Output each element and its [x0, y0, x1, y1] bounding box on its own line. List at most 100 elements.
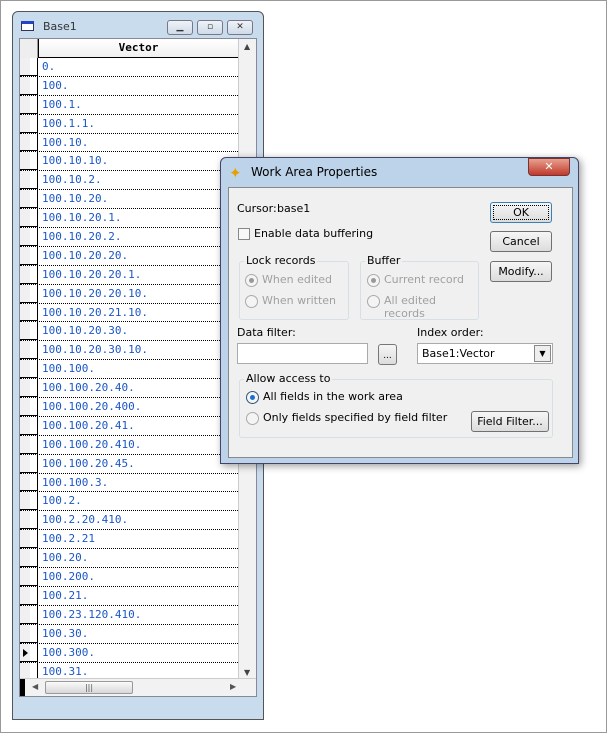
vector-cell[interactable]: 100. [42, 79, 69, 92]
record-selector[interactable] [20, 341, 30, 360]
vector-cell[interactable]: 100.10.20.1. [42, 211, 121, 224]
all-fields-label[interactable]: All fields in the work area [263, 390, 403, 403]
vector-cell[interactable]: 100.10.20.20.10. [42, 287, 148, 300]
record-selector[interactable] [20, 360, 30, 379]
record-selector-cell[interactable] [30, 511, 38, 530]
record-selector-cell[interactable] [30, 530, 38, 549]
record-selector[interactable] [20, 586, 30, 605]
table-row[interactable]: 100.10.20.21.10. [20, 303, 238, 323]
table-row[interactable]: 100.100. [20, 360, 238, 380]
table-row[interactable]: 100.2.21 [20, 530, 238, 550]
vector-cell[interactable]: 100.1.1. [42, 117, 95, 130]
all-edited-records-radio[interactable] [367, 295, 380, 308]
only-fields-radio[interactable] [246, 412, 259, 425]
record-selector[interactable] [20, 454, 30, 473]
record-selector[interactable] [20, 171, 30, 190]
record-selector-cell[interactable] [30, 58, 38, 76]
data-filter-builder-button[interactable]: ... [378, 344, 397, 365]
vector-cell[interactable]: 100.300. [42, 646, 95, 659]
record-selector[interactable] [20, 228, 30, 246]
scroll-thumb[interactable]: ||| [45, 681, 133, 694]
vector-cell[interactable]: 100.10.20.2. [42, 230, 121, 243]
vector-cell[interactable]: 100.1. [42, 98, 82, 111]
record-selector[interactable] [20, 398, 30, 416]
vector-cell[interactable]: 100.2. [42, 494, 82, 507]
table-row[interactable]: 100.100.20.40. [20, 379, 238, 399]
all-edited-records-label[interactable]: All edited records [384, 294, 478, 320]
record-selector-cell[interactable] [30, 322, 38, 341]
chevron-down-icon[interactable]: ▼ [534, 345, 551, 362]
record-selector-cell[interactable] [30, 398, 38, 416]
record-selector-cell[interactable] [30, 76, 38, 95]
table-row[interactable]: 100.200. [20, 568, 238, 587]
vector-cell[interactable]: 100.10.20.20. [42, 249, 128, 262]
current-record-label[interactable]: Current record [384, 273, 464, 286]
table-row[interactable]: 100.10.20.30.10. [20, 341, 238, 361]
record-selector[interactable] [20, 605, 30, 624]
enable-buffering-checkbox[interactable] [238, 228, 250, 240]
all-fields-radio[interactable] [246, 391, 259, 404]
close-button[interactable]: ✕ [528, 158, 570, 176]
record-selector-cell[interactable] [30, 492, 38, 511]
field-filter-button[interactable]: Field Filter... [471, 411, 549, 432]
record-selector-cell[interactable] [30, 265, 38, 284]
scroll-right-icon[interactable]: ▶ [230, 682, 236, 691]
scroll-down-icon[interactable]: ▼ [244, 668, 250, 677]
record-selector[interactable] [20, 624, 30, 643]
table-row[interactable]: 100.10.20.1. [20, 209, 238, 229]
table-row[interactable]: 100.30. [20, 624, 238, 644]
current-record-radio[interactable] [367, 274, 380, 287]
table-row[interactable]: 100.10.20.20.10. [20, 284, 238, 304]
when-written-radio[interactable] [245, 295, 258, 308]
scroll-left-icon[interactable]: ◀ [32, 682, 38, 691]
record-selector-cell[interactable] [30, 284, 38, 303]
table-row[interactable]: 100.2. [20, 492, 238, 512]
record-selector-cell[interactable] [30, 568, 38, 586]
record-selector[interactable] [20, 379, 30, 398]
vector-cell[interactable]: 0. [42, 60, 55, 73]
record-selector-cell[interactable] [30, 114, 38, 133]
vector-cell[interactable]: 100.100.20.410. [42, 438, 141, 451]
enable-buffering-label[interactable]: Enable data buffering [254, 227, 373, 240]
record-selector-cell[interactable] [30, 379, 38, 398]
record-selector[interactable] [20, 568, 30, 586]
index-order-select[interactable]: Base1:Vector ▼ [417, 343, 553, 364]
table-row[interactable]: 100.23.120.410. [20, 605, 238, 625]
record-selector-cell[interactable] [30, 152, 38, 171]
vector-cell[interactable]: 100.20. [42, 551, 88, 564]
record-selector-cell[interactable] [30, 454, 38, 473]
record-selector-cell[interactable] [30, 643, 38, 662]
record-selector[interactable] [20, 190, 30, 209]
table-row[interactable]: 100.2.20.410. [20, 511, 238, 531]
scroll-up-icon[interactable]: ▲ [244, 42, 250, 51]
record-selector-cell[interactable] [30, 303, 38, 322]
vector-cell[interactable]: 100.100. [42, 362, 95, 375]
vector-cell[interactable]: 100.31. [42, 665, 88, 678]
minimize-button[interactable]: ▁ [167, 20, 193, 35]
record-selector-cell[interactable] [30, 416, 38, 435]
table-row[interactable]: 100. [20, 76, 238, 96]
vector-cell[interactable]: 100.100.20.400. [42, 400, 141, 413]
cancel-button[interactable]: Cancel [490, 231, 552, 252]
record-selector[interactable] [20, 76, 30, 95]
record-selector[interactable] [20, 492, 30, 511]
vector-cell[interactable]: 100.30. [42, 627, 88, 640]
ok-button[interactable]: OK [490, 202, 552, 223]
table-row[interactable]: 100.10.20.30. [20, 322, 238, 342]
modify-button[interactable]: Modify... [490, 261, 552, 282]
record-selector-cell[interactable] [30, 190, 38, 209]
table-row[interactable]: 100.10.20.20.1. [20, 265, 238, 285]
vector-cell[interactable]: 100.10.20. [42, 192, 108, 205]
table-row[interactable]: 100.10.20.2. [20, 228, 238, 247]
vector-cell[interactable]: 100.10. [42, 136, 88, 149]
record-selector-cell[interactable] [30, 228, 38, 246]
table-row[interactable]: 100.100.20.400. [20, 398, 238, 417]
vector-cell[interactable]: 100.2.21 [42, 532, 95, 545]
table-row[interactable]: 100.10.20.20. [20, 246, 238, 266]
column-header-vector[interactable]: Vector [38, 39, 238, 58]
vector-cell[interactable]: 100.2.20.410. [42, 513, 128, 526]
record-selector-cell[interactable] [30, 209, 38, 228]
record-selector[interactable] [20, 511, 30, 530]
vector-cell[interactable]: 100.21. [42, 589, 88, 602]
record-selector[interactable] [20, 530, 30, 549]
